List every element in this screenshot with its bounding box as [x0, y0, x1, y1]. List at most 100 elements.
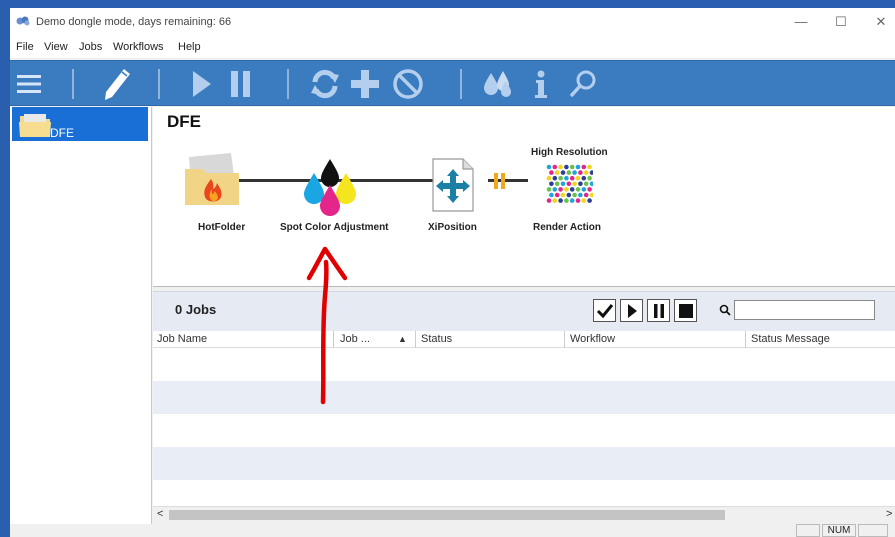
folder-icon: [19, 114, 51, 137]
menu-icon[interactable]: [14, 65, 44, 103]
status-bar: NUM: [10, 524, 895, 537]
halftone-dot: [566, 181, 572, 187]
column-divider[interactable]: [745, 331, 746, 348]
halftone-dot: [566, 170, 572, 175]
add-icon[interactable]: [348, 65, 382, 103]
node-label-spot-color-adjustment: Spot Color Adjustment: [280, 222, 389, 233]
table-row[interactable]: [153, 447, 895, 480]
ink-drops-icon[interactable]: [480, 65, 516, 103]
table-header: Job Name Job ... ▲ Status Workflow Statu…: [153, 331, 895, 348]
node-label-hotfolder: HotFolder: [198, 222, 246, 233]
jobs-table: Job Name Job ... ▲ Status Workflow Statu…: [153, 331, 895, 506]
table-row[interactable]: [153, 381, 895, 414]
halftone-dot: [575, 175, 581, 181]
play-icon[interactable]: [188, 65, 216, 103]
menu-workflows[interactable]: Workflows: [113, 41, 164, 53]
check-button[interactable]: [593, 299, 616, 322]
table-row[interactable]: [153, 348, 895, 381]
halftone-dot: [578, 170, 583, 175]
halftone-dot: [583, 181, 589, 187]
app-logo-icon: [16, 16, 30, 26]
column-divider[interactable]: [564, 331, 565, 348]
stop-icon: [678, 303, 693, 318]
cmyk-drops-icon[interactable]: [300, 157, 360, 219]
node-label-render-action: Render Action: [533, 222, 601, 233]
halftone-dot: [587, 187, 592, 192]
menu-file[interactable]: File: [16, 41, 34, 53]
halftone-dot: [546, 164, 552, 170]
halftone-dot: [554, 170, 560, 175]
move-arrows-icon[interactable]: [431, 157, 475, 213]
column-status[interactable]: Status: [421, 333, 452, 345]
menu-jobs[interactable]: Jobs: [79, 41, 102, 53]
maximize-button[interactable]: ☐: [826, 12, 856, 32]
scrollbar-thumb[interactable]: [169, 510, 725, 520]
column-workflow[interactable]: Workflow: [570, 333, 615, 345]
halftone-dot: [549, 192, 554, 198]
workflow-diagram: DFE HotFolder Spot Color Adjustment XiPo…: [153, 107, 895, 287]
tree-item-dfe[interactable]: DFE: [12, 107, 148, 141]
window-title: Demo dongle mode, days remaining: 66: [36, 16, 232, 28]
halftone-dot: [564, 187, 569, 192]
halftone-dot: [575, 198, 581, 203]
halftone-dot: [589, 192, 593, 198]
halftone-dot: [581, 187, 587, 192]
halftone-dot: [578, 192, 583, 198]
halftone-dot: [583, 192, 589, 198]
halftone-dot: [578, 181, 583, 187]
column-status-message[interactable]: Status Message: [751, 333, 830, 345]
halftone-dots-icon[interactable]: [545, 163, 593, 205]
stop-button[interactable]: [674, 299, 697, 322]
column-job-number[interactable]: Job ...: [340, 333, 370, 345]
halftone-dot: [581, 175, 587, 181]
pencil-icon[interactable]: [100, 65, 134, 103]
halftone-dot: [546, 187, 552, 192]
hotfolder-icon[interactable]: [183, 153, 241, 207]
column-divider[interactable]: [415, 331, 416, 348]
column-divider[interactable]: [333, 331, 334, 348]
scroll-left-button[interactable]: <: [157, 508, 163, 520]
halftone-dot: [575, 164, 581, 170]
halftone-dot: [558, 187, 563, 192]
jobs-search-input[interactable]: [734, 300, 875, 320]
sync-icon[interactable]: [308, 65, 342, 103]
title-bar: Demo dongle mode, days remaining: 66 — ☐…: [10, 8, 895, 36]
halftone-dot: [552, 187, 558, 192]
workflow-title: DFE: [167, 112, 201, 131]
horizontal-scrollbar[interactable]: < >: [153, 506, 895, 523]
halftone-dot: [549, 181, 554, 187]
halftone-dot: [583, 170, 589, 175]
halftone-dot: [554, 192, 560, 198]
halftone-dot: [572, 170, 577, 175]
minimize-button[interactable]: —: [786, 12, 816, 32]
column-job-name[interactable]: Job Name: [157, 333, 207, 345]
halftone-dot: [572, 181, 577, 187]
sort-ascending-icon[interactable]: ▲: [398, 334, 407, 344]
pause-marker-icon[interactable]: [494, 173, 506, 189]
toolbar-divider: [287, 69, 289, 99]
close-button[interactable]: ✕: [866, 12, 895, 32]
halftone-dot: [587, 175, 592, 181]
cancel-icon[interactable]: [390, 65, 426, 103]
pause-button[interactable]: [647, 299, 670, 322]
halftone-dot: [558, 175, 563, 181]
status-cell-empty: [858, 524, 888, 537]
halftone-dot: [569, 175, 575, 181]
search-icon[interactable]: [566, 65, 600, 103]
toolbar-divider: [72, 69, 74, 99]
node-label-xiposition: XiPosition: [428, 222, 477, 233]
workflow-tree-panel: DFE: [10, 107, 152, 524]
menu-help[interactable]: Help: [178, 41, 201, 53]
halftone-dot: [558, 198, 563, 203]
halftone-dot: [546, 175, 552, 181]
halftone-dot: [552, 164, 558, 170]
menu-view[interactable]: View: [44, 41, 68, 53]
scroll-right-button[interactable]: >: [886, 508, 892, 520]
halftone-dot: [560, 170, 566, 175]
table-row[interactable]: [153, 414, 895, 447]
info-icon[interactable]: [530, 65, 552, 103]
menu-bar: File View Jobs Workflows Help: [10, 36, 895, 58]
halftone-dot: [546, 198, 552, 203]
pause-icon[interactable]: [227, 65, 255, 103]
play-button[interactable]: [620, 299, 643, 322]
